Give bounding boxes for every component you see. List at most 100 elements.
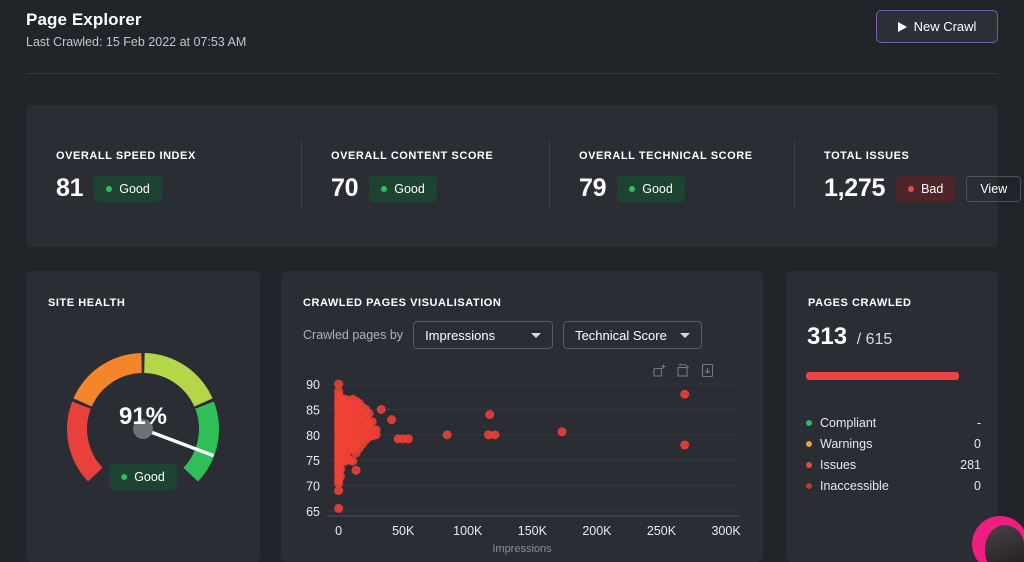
pages-crawled-progress (806, 372, 984, 380)
play-icon (898, 22, 907, 32)
status-badge: Good (94, 176, 162, 202)
page-explorer-dashboard: Page Explorer Last Crawled: 15 Feb 2022 … (0, 0, 1024, 562)
y-tick-label: 85 (306, 403, 320, 417)
crawled-pages-visualisation-panel: CRAWLED PAGES VISUALISATION Crawled page… (281, 271, 763, 562)
y-tick-label: 75 (306, 454, 320, 468)
visualisation-title: CRAWLED PAGES VISUALISATION (303, 297, 501, 309)
visualisation-controls: Crawled pages by Impressions Technical S… (303, 321, 702, 349)
y-tick-label: 70 (306, 480, 320, 494)
scatter-point (372, 430, 381, 439)
status-badge: Good (369, 176, 437, 202)
scatter-point (352, 466, 361, 475)
site-health-badge: Good (109, 464, 177, 490)
legend-row: Warnings0 (806, 433, 981, 454)
y-metric-select[interactable]: Technical Score (563, 321, 702, 349)
avatar-face-icon (985, 525, 1024, 562)
status-badge-label: Good (642, 182, 673, 196)
scatter-point (680, 440, 689, 449)
page-title: Page Explorer (26, 10, 998, 30)
legend-dot-icon (806, 483, 812, 489)
legend-value: 0 (974, 479, 981, 493)
legend-dot-icon (806, 441, 812, 447)
legend-dot-icon (806, 462, 812, 468)
status-badge: Good (617, 176, 685, 202)
last-crawled-text: Last Crawled: 15 Feb 2022 at 07:53 AM (26, 35, 998, 49)
chevron-down-icon (680, 333, 690, 338)
x-axis-title: Impressions (281, 543, 763, 555)
crawled-pages-by-label: Crawled pages by (303, 328, 403, 342)
y-tick-label: 90 (306, 378, 320, 392)
y-tick-label: 65 (306, 505, 320, 519)
site-health-title: SITE HEALTH (48, 297, 125, 309)
scatter-point (368, 417, 377, 426)
stat-speed-index: OVERALL SPEED INDEX 81 Good (26, 105, 301, 247)
x-tick-label: 50K (392, 524, 415, 538)
legend-value: - (977, 416, 981, 430)
status-dot-icon (629, 186, 635, 192)
x-tick-label: 100K (453, 524, 483, 538)
status-badge: Bad (896, 176, 955, 202)
stat-label: OVERALL CONTENT SCORE (331, 150, 549, 162)
x-tick-label: 150K (518, 524, 548, 538)
scatter-point (490, 430, 499, 439)
legend-value: 0 (974, 437, 981, 451)
stat-label: TOTAL ISSUES (824, 150, 998, 162)
x-tick-label: 0 (335, 524, 342, 538)
pages-crawled-count: 313 (807, 323, 847, 350)
x-tick-label: 300K (711, 524, 741, 538)
site-health-panel: SITE HEALTH 91% Good (26, 271, 260, 562)
scatter-point (364, 409, 373, 418)
scatter-point (377, 405, 386, 414)
x-metric-select[interactable]: Impressions (413, 321, 553, 349)
stat-value: 1,275 (824, 174, 885, 203)
scatter-point (334, 486, 343, 495)
new-crawl-button[interactable]: New Crawl (876, 10, 998, 43)
legend-label: Inaccessible (820, 479, 974, 493)
status-badge-label: Good (394, 182, 425, 196)
legend-row: Compliant- (806, 412, 981, 433)
scatter-chart[interactable]: 65 70 75 80 85 90 0 50K 100K 150K 200K 250K 300K (291, 371, 753, 556)
stat-value: 81 (56, 174, 83, 203)
pages-crawled-legend: Compliant-Warnings0Issues281Inaccessible… (806, 412, 981, 496)
scatter-point (336, 472, 345, 481)
scatter-point (443, 430, 452, 439)
legend-label: Compliant (820, 416, 977, 430)
support-avatar[interactable] (972, 516, 1024, 562)
scatter-point (680, 390, 689, 399)
scatter-point (387, 415, 396, 424)
pages-crawled-panel: PAGES CRAWLED 313 / 615 Compliant-Warnin… (786, 271, 998, 562)
x-tick-label: 250K (647, 524, 677, 538)
page-header: Page Explorer Last Crawled: 15 Feb 2022 … (0, 0, 1024, 74)
site-health-badge-label: Good (134, 470, 165, 484)
stat-label: OVERALL TECHNICAL SCORE (579, 150, 794, 162)
pages-crawled-progress-fill (806, 372, 959, 380)
stat-label: OVERALL SPEED INDEX (56, 150, 301, 162)
stat-technical-score: OVERALL TECHNICAL SCORE 79 Good (549, 105, 794, 247)
legend-dot-icon (806, 420, 812, 426)
legend-label: Warnings (820, 437, 974, 451)
scatter-point (558, 427, 567, 436)
view-issues-button[interactable]: View (966, 176, 1021, 202)
x-tick-label: 200K (582, 524, 612, 538)
pages-crawled-count-wrap: 313 / 615 (807, 323, 892, 351)
legend-value: 281 (960, 458, 981, 472)
status-dot-icon (121, 474, 127, 480)
status-badge-label: Bad (921, 182, 943, 196)
legend-row: Inaccessible0 (806, 475, 981, 496)
overall-stats-panel: OVERALL SPEED INDEX 81 Good OVERALL CONT… (26, 105, 998, 247)
stat-value: 70 (331, 174, 358, 203)
y-tick-label: 80 (306, 429, 320, 443)
site-health-value: 91% (26, 403, 260, 431)
status-dot-icon (381, 186, 387, 192)
status-dot-icon (908, 186, 914, 192)
y-metric-selected-value: Technical Score (575, 328, 667, 343)
x-metric-selected-value: Impressions (425, 328, 495, 343)
legend-label: Issues (820, 458, 960, 472)
scatter-plot-svg: 65 70 75 80 85 90 0 50K 100K 150K 200K 250K 300K (291, 371, 753, 556)
pages-crawled-title: PAGES CRAWLED (808, 297, 912, 309)
stat-total-issues: TOTAL ISSUES 1,275 Bad View (794, 105, 998, 247)
gauge-segment (73, 353, 141, 406)
header-divider (26, 73, 998, 74)
new-crawl-label: New Crawl (914, 19, 977, 34)
scatter-point (404, 434, 413, 443)
